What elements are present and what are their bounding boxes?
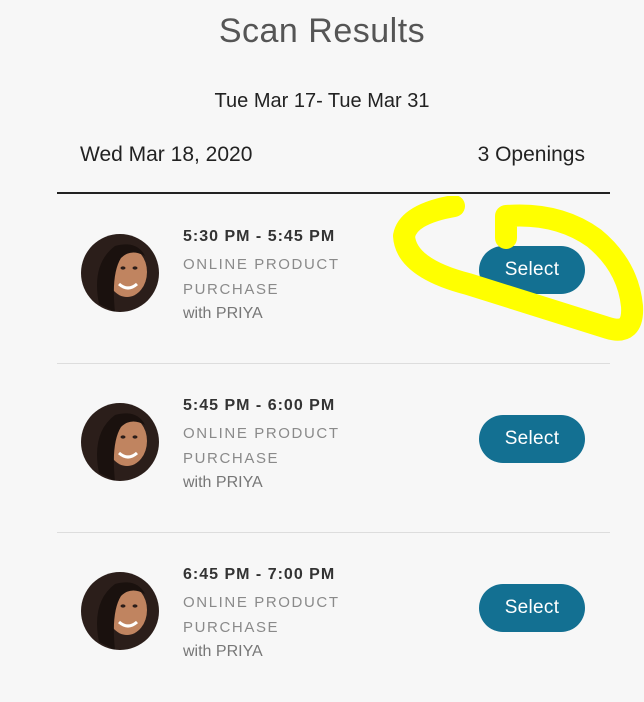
slot-item: 6:45 PM - 7:00 PM ONLINE PRODUCT PURCHAS…	[57, 534, 610, 702]
slot-time: 5:45 PM - 6:00 PM	[183, 397, 336, 414]
service-name-cont: PURCHASE	[183, 619, 280, 636]
avatar	[81, 234, 159, 312]
select-button[interactable]: Select	[479, 584, 585, 632]
service-name: ONLINE PRODUCT	[183, 425, 340, 442]
slot-time: 6:45 PM - 7:00 PM	[183, 566, 336, 583]
day-header: Wed Mar 18, 2020 3 Openings	[80, 143, 585, 167]
service-name: ONLINE PRODUCT	[183, 256, 340, 273]
select-button[interactable]: Select	[479, 415, 585, 463]
openings-count: 3 Openings	[477, 143, 585, 166]
staff-name: with PRIYA	[183, 643, 263, 660]
avatar	[81, 572, 159, 650]
slot-divider	[57, 532, 610, 533]
day-date: Wed Mar 18, 2020	[80, 143, 253, 166]
staff-name: with PRIYA	[183, 474, 263, 491]
select-button[interactable]: Select	[479, 246, 585, 294]
service-name: ONLINE PRODUCT	[183, 594, 340, 611]
slot-item: 5:30 PM - 5:45 PM ONLINE PRODUCT PURCHAS…	[57, 196, 610, 364]
slot-item: 5:45 PM - 6:00 PM ONLINE PRODUCT PURCHAS…	[57, 365, 610, 533]
service-name-cont: PURCHASE	[183, 450, 280, 467]
staff-name: with PRIYA	[183, 305, 263, 322]
header-divider	[57, 192, 610, 194]
avatar	[81, 403, 159, 481]
date-range: Tue Mar 17- Tue Mar 31	[214, 90, 430, 112]
service-name-cont: PURCHASE	[183, 281, 280, 298]
page-title: Scan Results	[218, 12, 426, 50]
slot-divider	[57, 363, 610, 364]
slot-time: 5:30 PM - 5:45 PM	[183, 228, 336, 245]
